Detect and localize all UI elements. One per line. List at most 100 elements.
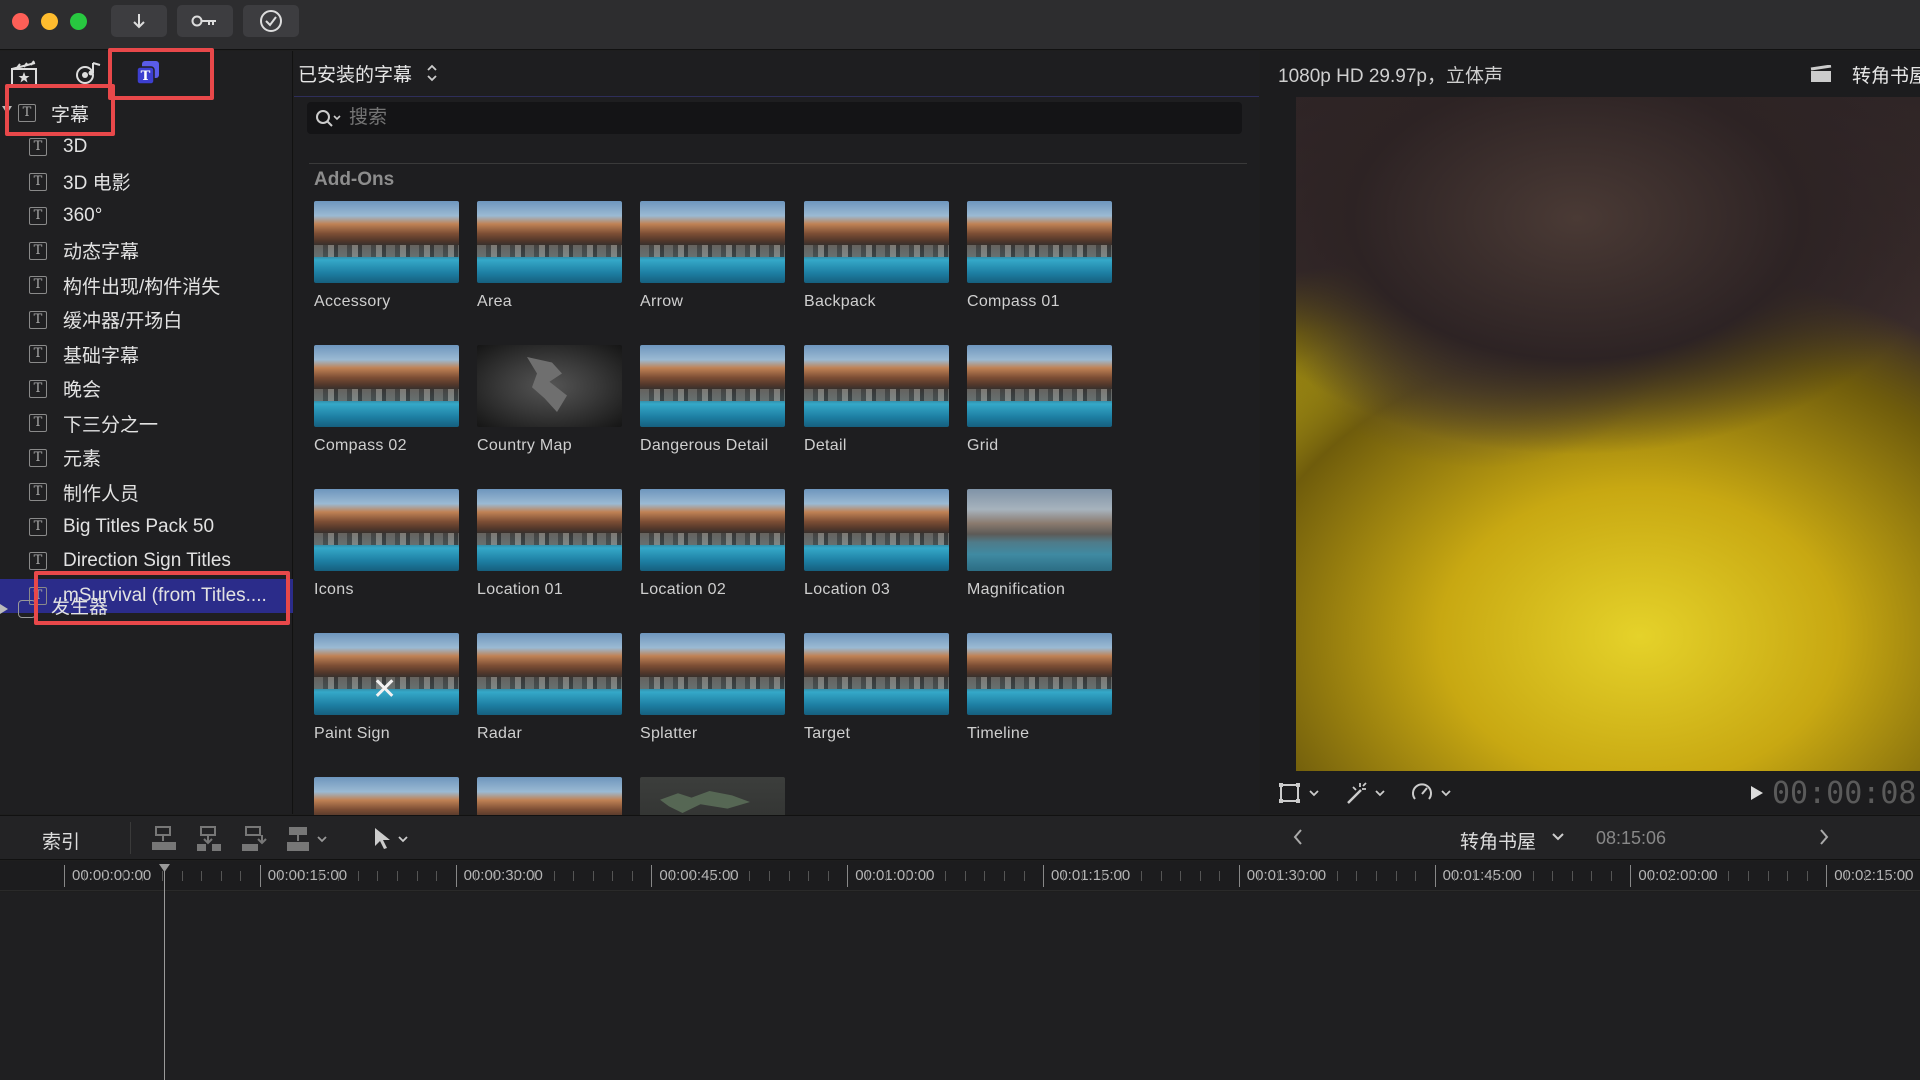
paint-x-mark: ✕ bbox=[372, 672, 398, 707]
background-tasks-button[interactable] bbox=[243, 5, 299, 37]
title-thumbnail[interactable]: Compass 02 bbox=[314, 345, 459, 455]
title-thumbnail[interactable]: Location 02 bbox=[640, 489, 785, 599]
playhead[interactable] bbox=[159, 864, 170, 1080]
svg-text:T: T bbox=[141, 69, 151, 84]
title-thumbnail[interactable]: Area bbox=[477, 201, 622, 311]
ruler-minor-tick bbox=[83, 871, 85, 881]
title-thumbnail[interactable]: Radar bbox=[477, 633, 622, 743]
ruler-minor-tick bbox=[729, 871, 731, 881]
installed-titles-popup[interactable]: 已安装的字幕 bbox=[298, 60, 412, 87]
title-thumbnail[interactable]: Dangerous Detail bbox=[640, 345, 785, 455]
timeline-project-popup[interactable]: 转角书屋 bbox=[1460, 827, 1536, 854]
sidebar-item[interactable]: T 360° bbox=[0, 199, 293, 233]
enhance-wand-icon[interactable] bbox=[1344, 781, 1390, 805]
title-thumbnail[interactable]: ✕ Paint Sign bbox=[314, 633, 459, 743]
viewer-project-name[interactable]: 转角书屋 bbox=[1852, 61, 1920, 88]
timeline-area[interactable] bbox=[0, 892, 1920, 1080]
sidebar-item[interactable]: T 元素 bbox=[0, 441, 293, 475]
insert-clip-icon[interactable] bbox=[195, 825, 223, 853]
titles-root-row[interactable]: T 字幕 bbox=[0, 96, 293, 130]
speed-retime-icon[interactable] bbox=[1410, 781, 1456, 805]
tab-libraries[interactable] bbox=[4, 55, 44, 91]
sidebar-item-label: 下三分之一 bbox=[63, 414, 159, 436]
sidebar-item[interactable]: T 3D 电影 bbox=[0, 165, 293, 199]
timeline-ruler[interactable]: 00:00:00:00 00:00:15:00 00:00:30:00 00:00:4… bbox=[0, 861, 1920, 891]
sidebar-item[interactable]: T 3D bbox=[0, 130, 293, 164]
previous-chevron-icon[interactable] bbox=[1292, 826, 1304, 848]
title-thumbnail[interactable] bbox=[640, 777, 785, 815]
title-thumbnail[interactable] bbox=[314, 777, 459, 815]
ruler-minor-tick bbox=[632, 871, 633, 881]
title-thumbnail[interactable]: Splatter bbox=[640, 633, 785, 743]
thumbnail-rocks bbox=[804, 533, 949, 545]
chevron-down-icon[interactable] bbox=[1551, 832, 1565, 842]
ruler-minor-tick bbox=[1141, 871, 1142, 881]
append-clip-icon[interactable] bbox=[240, 825, 268, 853]
search-input[interactable] bbox=[349, 107, 1209, 129]
minimize-window-button[interactable] bbox=[41, 13, 58, 30]
title-thumbnail[interactable] bbox=[477, 777, 622, 815]
thumbnail-rocks bbox=[640, 389, 785, 401]
play-icon[interactable] bbox=[1750, 785, 1764, 801]
sidebar-item[interactable]: T 晚会 bbox=[0, 372, 293, 406]
sidebar-item[interactable]: T 动态字幕 bbox=[0, 234, 293, 268]
zoom-window-button[interactable] bbox=[70, 13, 87, 30]
sidebar-item[interactable]: T Direction Sign Titles bbox=[0, 544, 293, 578]
title-thumbnail[interactable]: Grid bbox=[967, 345, 1112, 455]
viewer: 1080p HD 29.97p，立体声 转角书屋 00:00:08:1 bbox=[1260, 51, 1920, 814]
thumbnail-label: Accessory bbox=[314, 293, 391, 310]
ruler-minor-tick bbox=[1552, 871, 1554, 881]
close-window-button[interactable] bbox=[12, 13, 29, 30]
thumbnail-rocks bbox=[314, 389, 459, 401]
title-thumbnail[interactable]: Arrow bbox=[640, 201, 785, 311]
ruler-minor-tick bbox=[220, 871, 222, 881]
viewer-timecode[interactable]: 00:00:08:1 bbox=[1772, 776, 1920, 811]
title-thumbnail[interactable]: Accessory bbox=[314, 201, 459, 311]
browser-divider bbox=[309, 163, 1247, 164]
title-thumbnail[interactable]: Location 03 bbox=[804, 489, 949, 599]
title-thumbnail[interactable]: Magnification bbox=[967, 489, 1112, 599]
import-media-button[interactable] bbox=[111, 5, 167, 37]
title-thumbnail[interactable]: Location 01 bbox=[477, 489, 622, 599]
tab-titles-generators[interactable]: T bbox=[128, 55, 168, 91]
ruler-minor-tick bbox=[397, 871, 398, 881]
connect-clip-icon[interactable] bbox=[150, 825, 178, 853]
sidebar-item[interactable]: T 缓冲器/开场白 bbox=[0, 303, 293, 337]
thumbnail-label: Detail bbox=[804, 437, 847, 454]
title-thumbnail[interactable]: Compass 01 bbox=[967, 201, 1112, 311]
title-thumbnail[interactable]: Detail bbox=[804, 345, 949, 455]
ruler-minor-tick bbox=[1885, 871, 1886, 881]
titles-sidebar: T T 字幕 T 3D T 3D 电影 T 360° T 动态字幕 T 构件出现/构件消失 T 缓冲器… bbox=[0, 51, 293, 814]
tab-photos-audio[interactable] bbox=[68, 55, 108, 91]
overwrite-clip-icon[interactable] bbox=[285, 825, 333, 853]
next-chevron-icon[interactable] bbox=[1818, 826, 1830, 848]
disclosure-closed-icon[interactable] bbox=[0, 604, 8, 614]
title-thumbnail[interactable]: Icons bbox=[314, 489, 459, 599]
ruler-minor-tick bbox=[1160, 871, 1162, 881]
sidebar-item-label: 动态字幕 bbox=[63, 242, 140, 263]
title-t-icon: T bbox=[18, 104, 36, 122]
title-thumbnail[interactable]: Backpack bbox=[804, 201, 949, 311]
ruler-minor-tick bbox=[1317, 871, 1319, 881]
keywords-button[interactable] bbox=[177, 5, 233, 37]
updown-chevron-icon[interactable] bbox=[426, 63, 438, 83]
transform-crop-icon[interactable] bbox=[1278, 782, 1324, 804]
sidebar-item[interactable]: T Big Titles Pack 50 bbox=[0, 510, 293, 544]
disclosure-open-icon[interactable] bbox=[2, 106, 12, 114]
sidebar-item[interactable]: T 构件出现/构件消失 bbox=[0, 268, 293, 302]
timeline-index-button[interactable]: 索引 bbox=[42, 827, 80, 854]
sidebar-item[interactable]: T 基础字幕 bbox=[0, 337, 293, 371]
sidebar-item[interactable]: T 制作人员 bbox=[0, 475, 293, 509]
toolbar-divider bbox=[130, 822, 131, 854]
ruler-minor-tick bbox=[1571, 871, 1573, 881]
select-arrow-tool-icon[interactable] bbox=[372, 826, 412, 852]
thumbnail-image bbox=[640, 489, 785, 571]
generators-row[interactable]: 发生器 bbox=[0, 596, 293, 622]
title-thumbnail[interactable]: Target bbox=[804, 633, 949, 743]
title-thumbnail[interactable]: Timeline bbox=[967, 633, 1112, 743]
ruler-minor-tick bbox=[925, 871, 927, 881]
search-field[interactable] bbox=[307, 102, 1242, 134]
title-thumbnail[interactable]: Country Map bbox=[477, 345, 622, 455]
sidebar-item[interactable]: T 下三分之一 bbox=[0, 406, 293, 440]
thumbnail-rocks bbox=[804, 677, 949, 689]
